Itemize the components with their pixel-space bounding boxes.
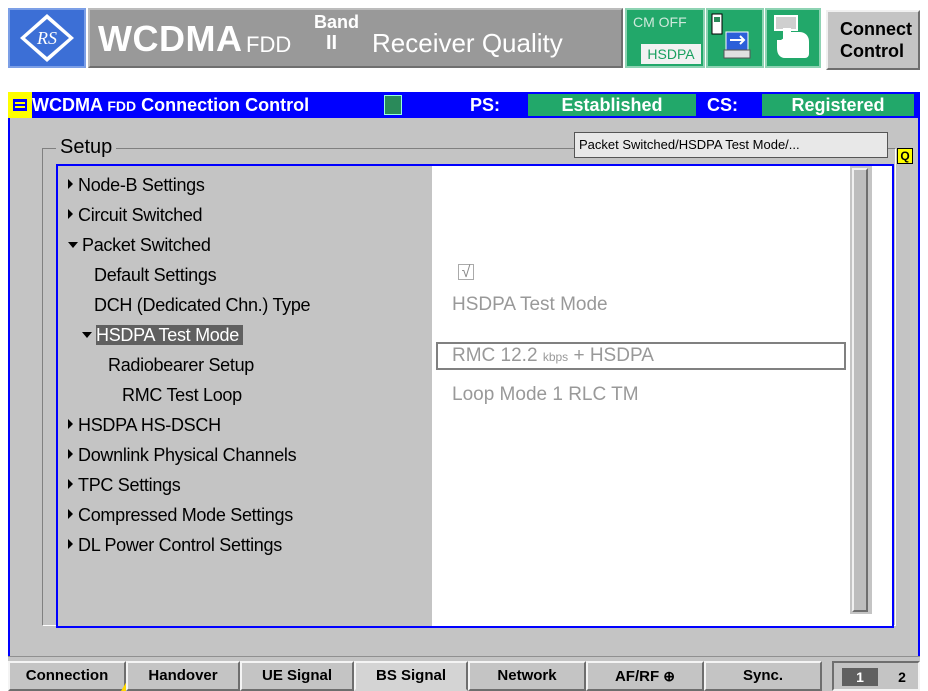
tree-item-downlink-physical-channels[interactable]: Downlink Physical Channels [68, 444, 297, 466]
expand-arrow-icon [68, 509, 73, 519]
hand-pointer-icon [774, 15, 809, 58]
tree-item-label: DL Power Control Settings [78, 535, 282, 555]
tree-item-packet-switched[interactable]: Packet Switched [68, 234, 211, 256]
tree-item-rmc-test-loop[interactable]: RMC Test Loop [122, 384, 242, 406]
tree-item-hsdpa-test-mode[interactable]: HSDPA Test Mode [82, 324, 243, 346]
setup-tree: Node-B Settings Circuit Switched Packet … [58, 166, 432, 626]
tab-bs-signal[interactable]: BS Signal [354, 661, 468, 691]
status-title-fdd: FDD [107, 98, 137, 114]
connect-control-button[interactable]: Connect Control [826, 10, 920, 70]
expand-arrow-icon [68, 179, 73, 189]
tree-item-label: Default Settings [94, 265, 217, 285]
tree-item-default-settings[interactable]: Default Settings [94, 264, 217, 286]
touch-control-button[interactable] [765, 8, 821, 68]
cm-status: CM OFF [633, 14, 687, 30]
tree-item-compressed-mode-settings[interactable]: Compressed Mode Settings [68, 504, 293, 526]
setup-title: Setup [56, 136, 117, 158]
vertical-scrollbar[interactable] [850, 166, 872, 614]
app-name: WCDMA [98, 18, 243, 59]
page-indicator[interactable]: 1 2 [832, 661, 920, 691]
cs-label: CS: [707, 95, 738, 115]
collapse-arrow-icon [68, 242, 78, 248]
setup-path: Packet Switched/HSDPA Test Mode/... [574, 132, 888, 158]
scrollbar-thumb[interactable] [852, 168, 868, 612]
dch-type-value[interactable]: HSDPA Test Mode [452, 294, 608, 316]
rmc-rest: + HSDPA [573, 345, 654, 366]
expand-arrow-icon [68, 449, 73, 459]
measurement-name: Receiver Quality [372, 28, 563, 58]
rmc-main: RMC 12.2 [452, 345, 538, 366]
tree-item-node-b-settings[interactable]: Node-B Settings [68, 174, 205, 196]
svg-text:RS: RS [36, 28, 57, 48]
tab-connection[interactable]: Connection [8, 661, 126, 691]
tree-item-hsdpa-hs-dsch[interactable]: HSDPA HS-DSCH [68, 414, 221, 436]
ps-status-value: Established [528, 94, 696, 116]
expand-arrow-icon [68, 539, 73, 549]
phone-icon [384, 95, 402, 115]
quick-search-icon[interactable]: Q [897, 148, 913, 164]
connector-icon: ⊕ [663, 668, 676, 684]
cs-status-value: Registered [762, 94, 914, 116]
expand-arrow-icon [68, 419, 73, 429]
expand-arrow-icon [68, 479, 73, 489]
connection-status-bar: WCDMA FDD Connection Control PS: Establi… [8, 92, 920, 118]
menu-icon[interactable] [8, 92, 32, 118]
tree-item-label: DCH (Dedicated Chn.) Type [94, 295, 311, 315]
radiobearer-value: RMC 12.2 kbps + HSDPA [452, 345, 654, 368]
radiobearer-setup-field[interactable]: RMC 12.2 kbps + HSDPA [436, 342, 846, 370]
tree-item-label-selected: HSDPA Test Mode [96, 325, 243, 345]
logo-icon: RS [20, 14, 74, 62]
tab-bar: Connection Handover UE Signal BS Signal … [8, 656, 920, 691]
tab-af-rf-label: AF/RF [614, 668, 660, 685]
phone-transfer-status [706, 8, 764, 68]
rohde-schwarz-logo: RS [8, 8, 86, 68]
hsdpa-badge: HSDPA [641, 44, 701, 64]
tree-item-label: Node-B Settings [78, 175, 205, 195]
tree-item-radiobearer-setup[interactable]: Radiobearer Setup [108, 354, 254, 376]
tree-item-label: Compressed Mode Settings [78, 505, 293, 525]
tree-item-tpc-settings[interactable]: TPC Settings [68, 474, 181, 496]
expand-arrow-icon [68, 209, 73, 219]
cm-status-box: CM OFF HSDPA [625, 8, 705, 68]
tab-af-rf[interactable]: AF/RF ⊕ [586, 661, 704, 691]
tab-ue-signal[interactable]: UE Signal [240, 661, 354, 691]
ps-label: PS: [470, 95, 501, 115]
tab-sync[interactable]: Sync. [704, 661, 822, 691]
default-settings-checkbox[interactable]: √ [458, 264, 474, 281]
setup-panel: Node-B Settings Circuit Switched Packet … [56, 164, 894, 628]
setup-values: √ HSDPA Test Mode RMC 12.2 kbps + HSDPA … [432, 166, 892, 626]
tree-item-dch-type[interactable]: DCH (Dedicated Chn.) Type [94, 294, 311, 316]
collapse-arrow-icon [82, 332, 92, 338]
app-suffix: FDD [246, 32, 292, 57]
tree-item-circuit-switched[interactable]: Circuit Switched [68, 204, 203, 226]
band-value: II [326, 32, 338, 54]
tree-item-label: Circuit Switched [78, 205, 203, 225]
tab-network[interactable]: Network [468, 661, 586, 691]
rmc-unit: kbps [542, 350, 569, 364]
phone-transfer-icon [711, 13, 751, 59]
tree-item-label: TPC Settings [78, 475, 181, 495]
tab-handover[interactable]: Handover [126, 661, 240, 691]
tree-item-label: Radiobearer Setup [108, 355, 255, 375]
tree-item-label: Packet Switched [82, 235, 211, 255]
tree-item-label: HSDPA HS-DSCH [78, 415, 221, 435]
status-title: WCDMA FDD Connection Control [32, 95, 309, 116]
page-2[interactable]: 2 [892, 668, 912, 686]
tree-item-dl-power-control-settings[interactable]: DL Power Control Settings [68, 534, 282, 556]
main-area: Setup Packet Switched/HSDPA Test Mode/..… [8, 118, 920, 656]
tree-item-label: RMC Test Loop [122, 385, 242, 405]
title-bar: WCDMA FDD Band II Receiver Quality [88, 8, 623, 68]
tree-item-label: Downlink Physical Channels [78, 445, 297, 465]
band-label: Band [314, 12, 359, 32]
page-1[interactable]: 1 [842, 668, 878, 686]
rmc-test-loop-value[interactable]: Loop Mode 1 RLC TM [452, 384, 639, 406]
status-title-main: WCDMA [32, 95, 103, 115]
status-title-rest: Connection Control [141, 95, 310, 115]
